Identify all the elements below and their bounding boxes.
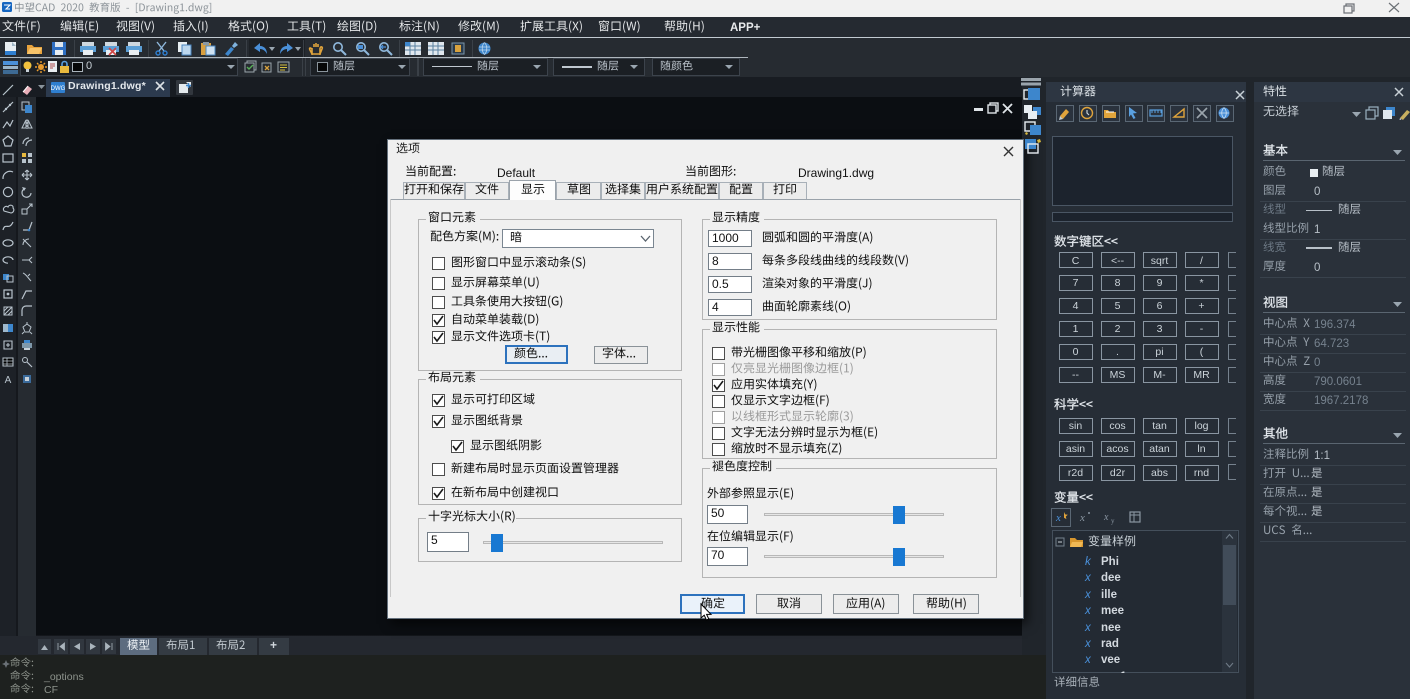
svg-text:x: x: [1103, 512, 1109, 523]
svg-text:A: A: [5, 375, 12, 386]
svg-text:y: y: [1111, 517, 1115, 525]
svg-text:x: x: [1079, 512, 1085, 524]
svg-text:DWG: DWG: [51, 86, 66, 92]
